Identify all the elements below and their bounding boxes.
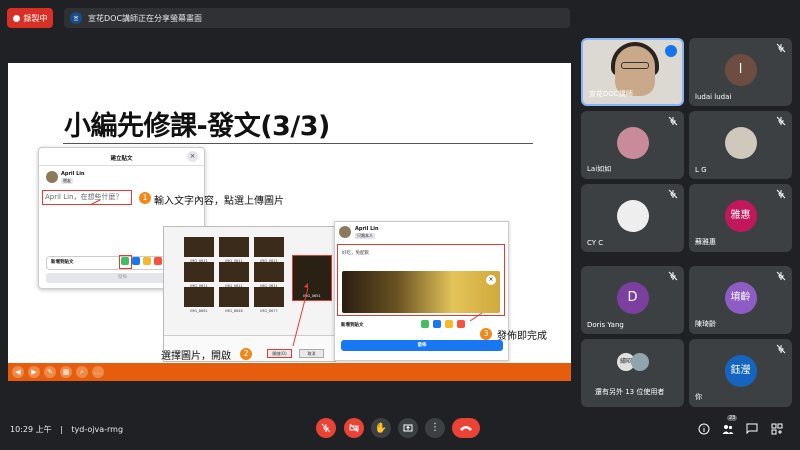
participant-avatar: l bbox=[724, 54, 757, 86]
mic-off-icon bbox=[668, 271, 678, 281]
present-button[interactable] bbox=[398, 418, 418, 438]
participant-tile[interactable]: 堉齡 陳琦齡 bbox=[689, 266, 792, 334]
participant-name: 宣花DOC講師 bbox=[589, 90, 633, 98]
chat-button[interactable] bbox=[745, 422, 759, 436]
participant-name: CY C bbox=[587, 239, 604, 247]
others-tile[interactable]: 繡昭 還有另外 13 位使用者 bbox=[581, 339, 684, 407]
raise-hand-button[interactable]: ✋ bbox=[371, 418, 391, 438]
shared-screen: 小編先修課-發文(3/3) 建立貼文 × April Lin 朋友 April … bbox=[8, 63, 571, 381]
info-icon bbox=[698, 423, 710, 435]
self-tile[interactable]: 鈺瀅 你 bbox=[689, 339, 792, 407]
participant-name: L G bbox=[695, 166, 707, 174]
participant-tile[interactable]: L G bbox=[689, 111, 792, 179]
presenter-avatar: 宣 bbox=[70, 12, 82, 24]
activities-icon bbox=[771, 423, 783, 435]
participant-count-badge: 23 bbox=[727, 415, 738, 421]
participant-tile[interactable]: Lai如如 bbox=[581, 111, 684, 179]
camera-off-icon bbox=[349, 423, 359, 433]
participant-tile[interactable]: D Doris Yang bbox=[581, 266, 684, 334]
mic-toggle-button[interactable] bbox=[316, 418, 336, 438]
next-slide-icon[interactable]: ▶ bbox=[28, 366, 40, 378]
participant-name: 蘇雅惠 bbox=[695, 238, 716, 246]
prev-slide-icon[interactable]: ◀ bbox=[12, 366, 24, 378]
recording-badge: 錄製中 bbox=[7, 8, 53, 28]
chat-icon bbox=[746, 423, 758, 435]
people-button[interactable] bbox=[721, 422, 735, 436]
slide-toolbar: ◀ ▶ ✎ ▦ ⌕ … bbox=[8, 363, 571, 381]
zoom-icon[interactable]: ⌕ bbox=[76, 366, 88, 378]
meeting-separator: | bbox=[60, 425, 63, 434]
more-options-button[interactable]: ⋮ bbox=[425, 418, 445, 438]
others-avatar-2 bbox=[631, 353, 649, 371]
participant-avatar: 堉齡 bbox=[724, 282, 757, 314]
participant-tile[interactable]: 雅惠 蘇雅惠 bbox=[689, 184, 792, 252]
hang-up-icon bbox=[460, 426, 472, 431]
recording-label: 錄製中 bbox=[23, 13, 48, 23]
participant-name: ludai ludai bbox=[695, 93, 732, 101]
participant-name: 你 bbox=[695, 393, 702, 401]
participant-avatar bbox=[616, 127, 649, 159]
participant-avatar bbox=[724, 127, 757, 159]
hand-icon: ✋ bbox=[374, 422, 388, 434]
others-count-label: 還有另外 13 位使用者 bbox=[595, 388, 665, 396]
present-screen-icon bbox=[403, 424, 413, 432]
camera-toggle-button[interactable] bbox=[344, 418, 364, 438]
participant-name: Lai如如 bbox=[587, 165, 612, 173]
meeting-info: 10:29 上午 | tyd-ojva-rmg bbox=[10, 424, 123, 435]
people-icon bbox=[722, 425, 734, 434]
mic-off-icon bbox=[668, 116, 678, 126]
participant-name: Doris Yang bbox=[587, 321, 624, 329]
participant-tile-camera[interactable]: 宣花DOC講師 bbox=[581, 38, 684, 106]
participant-avatar bbox=[616, 200, 649, 232]
mic-off-icon bbox=[668, 189, 678, 199]
record-dot-icon bbox=[12, 14, 20, 22]
presenter-banner-text: 宣花DOC講師正在分享螢幕畫面 bbox=[88, 13, 203, 23]
pen-icon[interactable]: ✎ bbox=[44, 366, 56, 378]
activities-button[interactable] bbox=[770, 422, 784, 436]
leave-call-button[interactable] bbox=[452, 418, 480, 438]
glasses bbox=[621, 62, 649, 69]
meeting-details-button[interactable] bbox=[697, 422, 711, 436]
participant-tile[interactable]: l ludai ludai bbox=[689, 38, 792, 106]
more-vert-icon: ⋮ bbox=[430, 422, 440, 433]
more-options-icon[interactable]: … bbox=[92, 366, 104, 378]
mic-off-icon bbox=[321, 423, 331, 433]
mic-off-icon bbox=[776, 271, 786, 281]
meeting-time: 10:29 上午 bbox=[10, 425, 52, 434]
meeting-code: tyd-ojva-rmg bbox=[71, 425, 124, 434]
mic-off-icon bbox=[776, 344, 786, 354]
slides-icon[interactable]: ▦ bbox=[60, 366, 72, 378]
mic-off-icon bbox=[776, 116, 786, 126]
speaking-indicator-icon bbox=[665, 45, 677, 57]
callout-arrows bbox=[89, 199, 483, 347]
participant-avatar: 雅惠 bbox=[724, 200, 757, 232]
participant-name: 陳琦齡 bbox=[695, 320, 716, 328]
mic-off-icon bbox=[776, 43, 786, 53]
mic-off-icon bbox=[776, 189, 786, 199]
presenter-banner: 宣 宣花DOC講師正在分享螢幕畫面 bbox=[64, 8, 570, 28]
participant-tile[interactable]: CY C bbox=[581, 184, 684, 252]
participant-avatar: D bbox=[616, 282, 649, 314]
participant-avatar: 鈺瀅 bbox=[724, 355, 757, 387]
